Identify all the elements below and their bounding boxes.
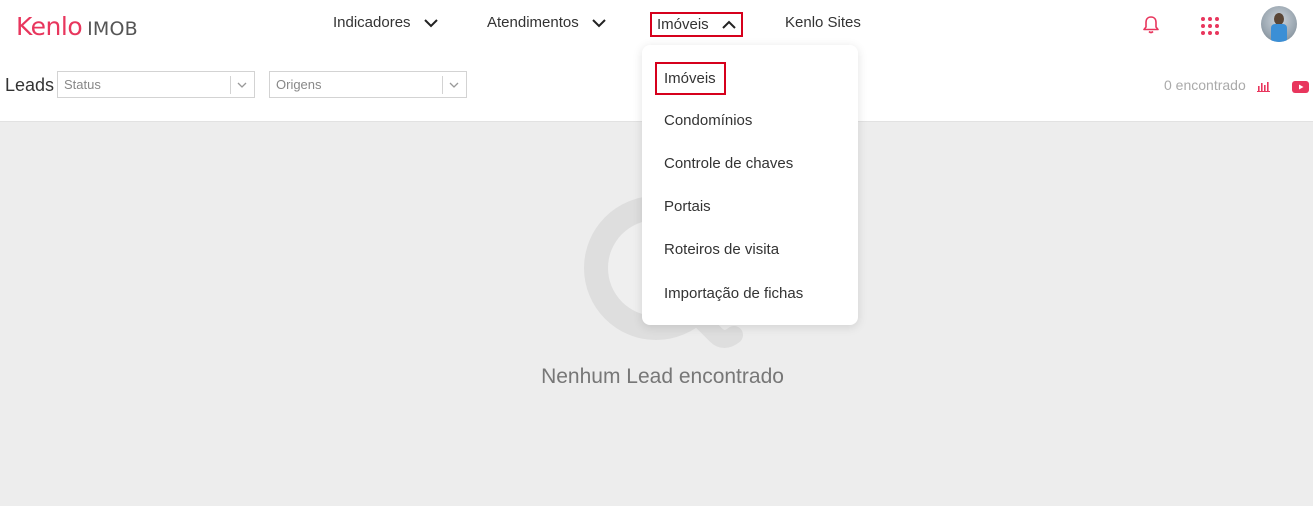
select-divider: [230, 76, 231, 94]
empty-state-message: Nenhum Lead encontrado: [541, 365, 784, 388]
nav-kenlo-sites-label: Kenlo Sites: [785, 14, 861, 31]
status-select[interactable]: Status: [57, 71, 255, 98]
page-title: Leads: [5, 75, 55, 95]
logo-product-text: IMOB: [87, 18, 138, 40]
chevron-down-icon: [449, 82, 459, 88]
youtube-icon[interactable]: [1292, 81, 1309, 93]
origens-select-placeholder: Origens: [276, 77, 322, 92]
avatar-torso-shape: [1271, 24, 1287, 42]
nav-imoveis-label: Imóveis: [657, 16, 709, 33]
bell-icon[interactable]: [1141, 15, 1161, 35]
apps-grid-icon[interactable]: [1200, 16, 1220, 36]
dropdown-item-imoveis[interactable]: Imóveis: [655, 62, 726, 95]
logo-brand-text: Kenlo: [16, 12, 83, 41]
dropdown-item-importacao-de-fichas[interactable]: Importação de fichas: [664, 285, 803, 302]
status-select-placeholder: Status: [64, 77, 101, 92]
results-count: 0 encontrado: [1164, 77, 1246, 93]
dropdown-item-controle-de-chaves[interactable]: Controle de chaves: [664, 155, 793, 172]
chevron-up-icon: [721, 20, 736, 29]
imoveis-dropdown-menu: Imóveis Condomínios Controle de chaves P…: [642, 45, 858, 325]
nav-atendimentos-label: Atendimentos: [487, 14, 579, 31]
chart-bar-icon[interactable]: [1257, 81, 1270, 92]
kenlo-imob-logo[interactable]: Kenlo IMOB: [16, 12, 138, 41]
nav-kenlo-sites[interactable]: Kenlo Sites: [785, 14, 861, 31]
dropdown-item-portais[interactable]: Portais: [664, 198, 711, 215]
top-navbar: Kenlo IMOB Indicadores Atendimentos Imóv…: [0, 0, 1313, 51]
nav-indicadores-label: Indicadores: [333, 14, 411, 31]
chevron-down-icon: [592, 18, 606, 27]
user-avatar[interactable]: [1261, 6, 1297, 42]
origens-select[interactable]: Origens: [269, 71, 467, 98]
nav-indicadores[interactable]: Indicadores: [333, 14, 439, 31]
dropdown-item-condominios[interactable]: Condomínios: [664, 112, 752, 129]
dropdown-item-roteiros-de-visita[interactable]: Roteiros de visita: [664, 241, 779, 258]
chevron-down-icon: [423, 18, 438, 27]
select-divider: [442, 76, 443, 94]
nav-atendimentos[interactable]: Atendimentos: [487, 14, 607, 31]
nav-imoveis[interactable]: Imóveis: [650, 12, 743, 37]
chevron-down-icon: [237, 82, 247, 88]
